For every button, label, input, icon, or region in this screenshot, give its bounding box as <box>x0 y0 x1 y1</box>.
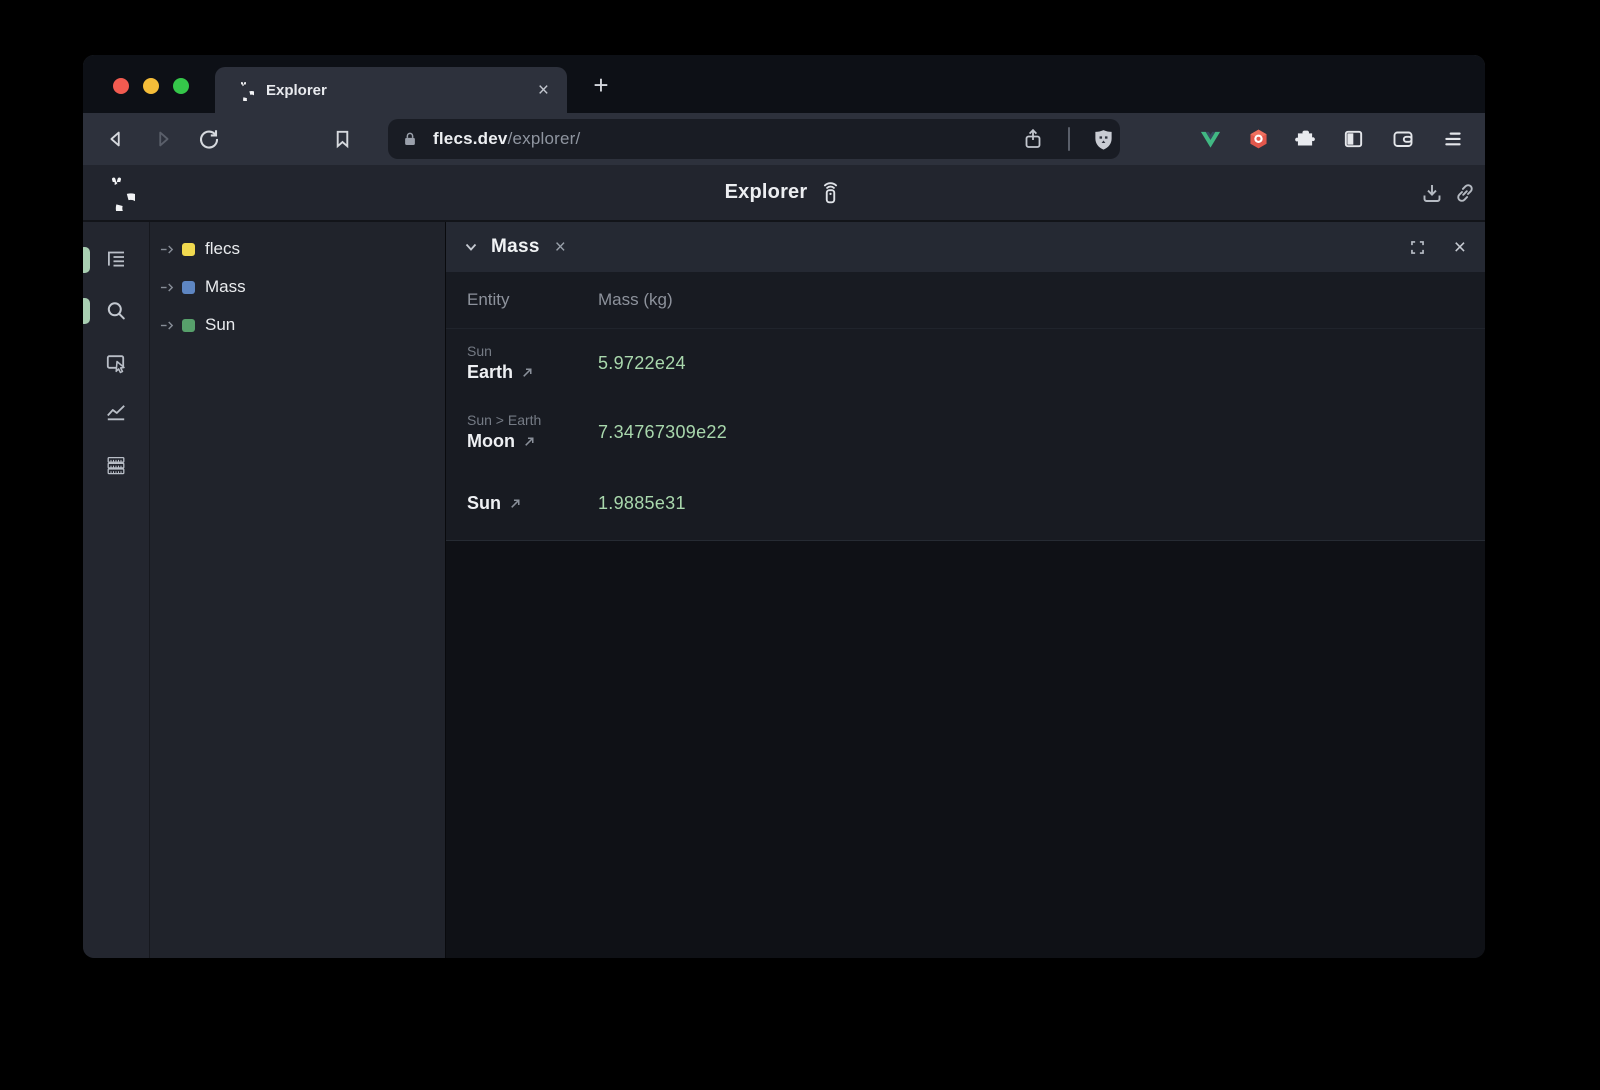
active-indicator <box>83 298 90 324</box>
query-panel: Mass × × Entity Mass (kg) Sun <box>445 222 1485 958</box>
column-header-mass: Mass (kg) <box>598 290 673 310</box>
tree-item-sun[interactable]: Sun <box>150 306 445 344</box>
tree-item-mass[interactable]: Mass <box>150 268 445 306</box>
query-results-table: Sun Earth 5.9722e24 Sun > Earth <box>446 329 1485 541</box>
entity-parent-path: Sun > Earth <box>467 412 598 428</box>
page-title: Explorer <box>725 181 808 204</box>
fullscreen-button[interactable] <box>1408 238 1427 257</box>
url-path: /explorer/ <box>508 129 581 148</box>
bookmark-button[interactable] <box>331 128 354 151</box>
zoom-window-button[interactable] <box>173 78 189 94</box>
entity-parent-path: Sun <box>467 343 598 359</box>
entity-color-swatch <box>182 243 195 256</box>
memory-button[interactable] <box>104 453 128 477</box>
wallet-button[interactable] <box>1391 127 1415 151</box>
entity-tree-panel: flecs Mass Sun <box>150 222 445 958</box>
tree-item-flecs[interactable]: flecs <box>150 230 445 268</box>
share-button[interactable] <box>1021 127 1045 151</box>
tree-item-label: Mass <box>205 277 246 297</box>
open-entity-arrow-icon[interactable] <box>521 366 534 379</box>
lock-icon <box>401 130 419 148</box>
url-host: flecs.dev <box>433 129 508 148</box>
tab-close-button[interactable]: × <box>534 79 553 102</box>
entity-color-swatch <box>182 319 195 332</box>
expand-arrow-icon[interactable] <box>160 318 175 333</box>
new-tab-button[interactable]: + <box>585 69 617 101</box>
mass-value: 1.9885e31 <box>598 493 1485 514</box>
flecs-favicon-icon <box>233 80 254 101</box>
query-close-button[interactable]: × <box>555 238 566 257</box>
empty-panel-area <box>446 541 1485 958</box>
expand-arrow-icon[interactable] <box>160 280 175 295</box>
inspector-button[interactable] <box>104 351 128 375</box>
active-indicator <box>83 247 90 273</box>
open-entity-arrow-icon[interactable] <box>523 435 536 448</box>
panel-close-button[interactable]: × <box>1454 237 1466 258</box>
url-text: flecs.dev/explorer/ <box>433 129 580 149</box>
vue-devtools-extension-icon[interactable] <box>1199 128 1222 151</box>
browser-toolbar: flecs.dev/explorer/ <box>83 113 1485 165</box>
search-button[interactable] <box>104 299 128 323</box>
table-row: Sun 1.9885e31 <box>446 467 1485 540</box>
tree-view-button[interactable] <box>104 247 128 271</box>
browser-window: Explorer × + flecs.dev/explor <box>83 55 1485 958</box>
address-bar[interactable]: flecs.dev/explorer/ <box>388 119 1120 159</box>
back-button[interactable] <box>105 128 127 150</box>
mass-value: 7.34767309e22 <box>598 422 1485 443</box>
tree-item-label: Sun <box>205 315 235 335</box>
table-row: Sun > Earth Moon 7.34767309e22 <box>446 397 1485 467</box>
tab-bar: Explorer × + <box>83 55 1485 113</box>
content-area: flecs Mass Sun <box>83 222 1485 958</box>
query-title: Mass <box>491 236 540 258</box>
download-button[interactable] <box>1420 181 1444 205</box>
sidebar <box>83 222 150 958</box>
entity-color-swatch <box>182 281 195 294</box>
collapse-chevron-down-icon[interactable] <box>463 239 479 255</box>
query-panel-header: Mass × × <box>446 222 1485 272</box>
sidebar-toggle-button[interactable] <box>1342 128 1365 151</box>
minimize-window-button[interactable] <box>143 78 159 94</box>
copy-link-button[interactable] <box>1453 181 1477 205</box>
column-header-entity: Entity <box>467 290 598 310</box>
entity-link[interactable]: Sun <box>467 493 501 514</box>
tab-explorer[interactable]: Explorer × <box>215 67 567 113</box>
app-header: Explorer <box>83 165 1485 222</box>
window-controls <box>113 78 189 94</box>
entity-link[interactable]: Moon <box>467 431 515 452</box>
entity-link[interactable]: Earth <box>467 362 513 383</box>
table-row: Sun Earth 5.9722e24 <box>446 329 1485 397</box>
table-header: Entity Mass (kg) <box>446 272 1485 329</box>
open-entity-arrow-icon[interactable] <box>509 497 522 510</box>
menu-button[interactable] <box>1441 128 1464 151</box>
hexagon-extension-icon[interactable] <box>1247 128 1270 151</box>
refresh-button[interactable] <box>197 127 221 151</box>
tree-item-label: flecs <box>205 239 240 259</box>
mass-value: 5.9722e24 <box>598 353 1485 374</box>
forward-button[interactable] <box>152 128 174 150</box>
brave-shield-button[interactable] <box>1091 127 1116 152</box>
close-window-button[interactable] <box>113 78 129 94</box>
divider <box>1068 127 1070 151</box>
tab-title: Explorer <box>266 82 534 99</box>
expand-arrow-icon[interactable] <box>160 242 175 257</box>
stats-chart-button[interactable] <box>104 400 128 424</box>
remote-connection-icon <box>818 180 843 205</box>
extensions-puzzle-button[interactable] <box>1294 128 1317 151</box>
